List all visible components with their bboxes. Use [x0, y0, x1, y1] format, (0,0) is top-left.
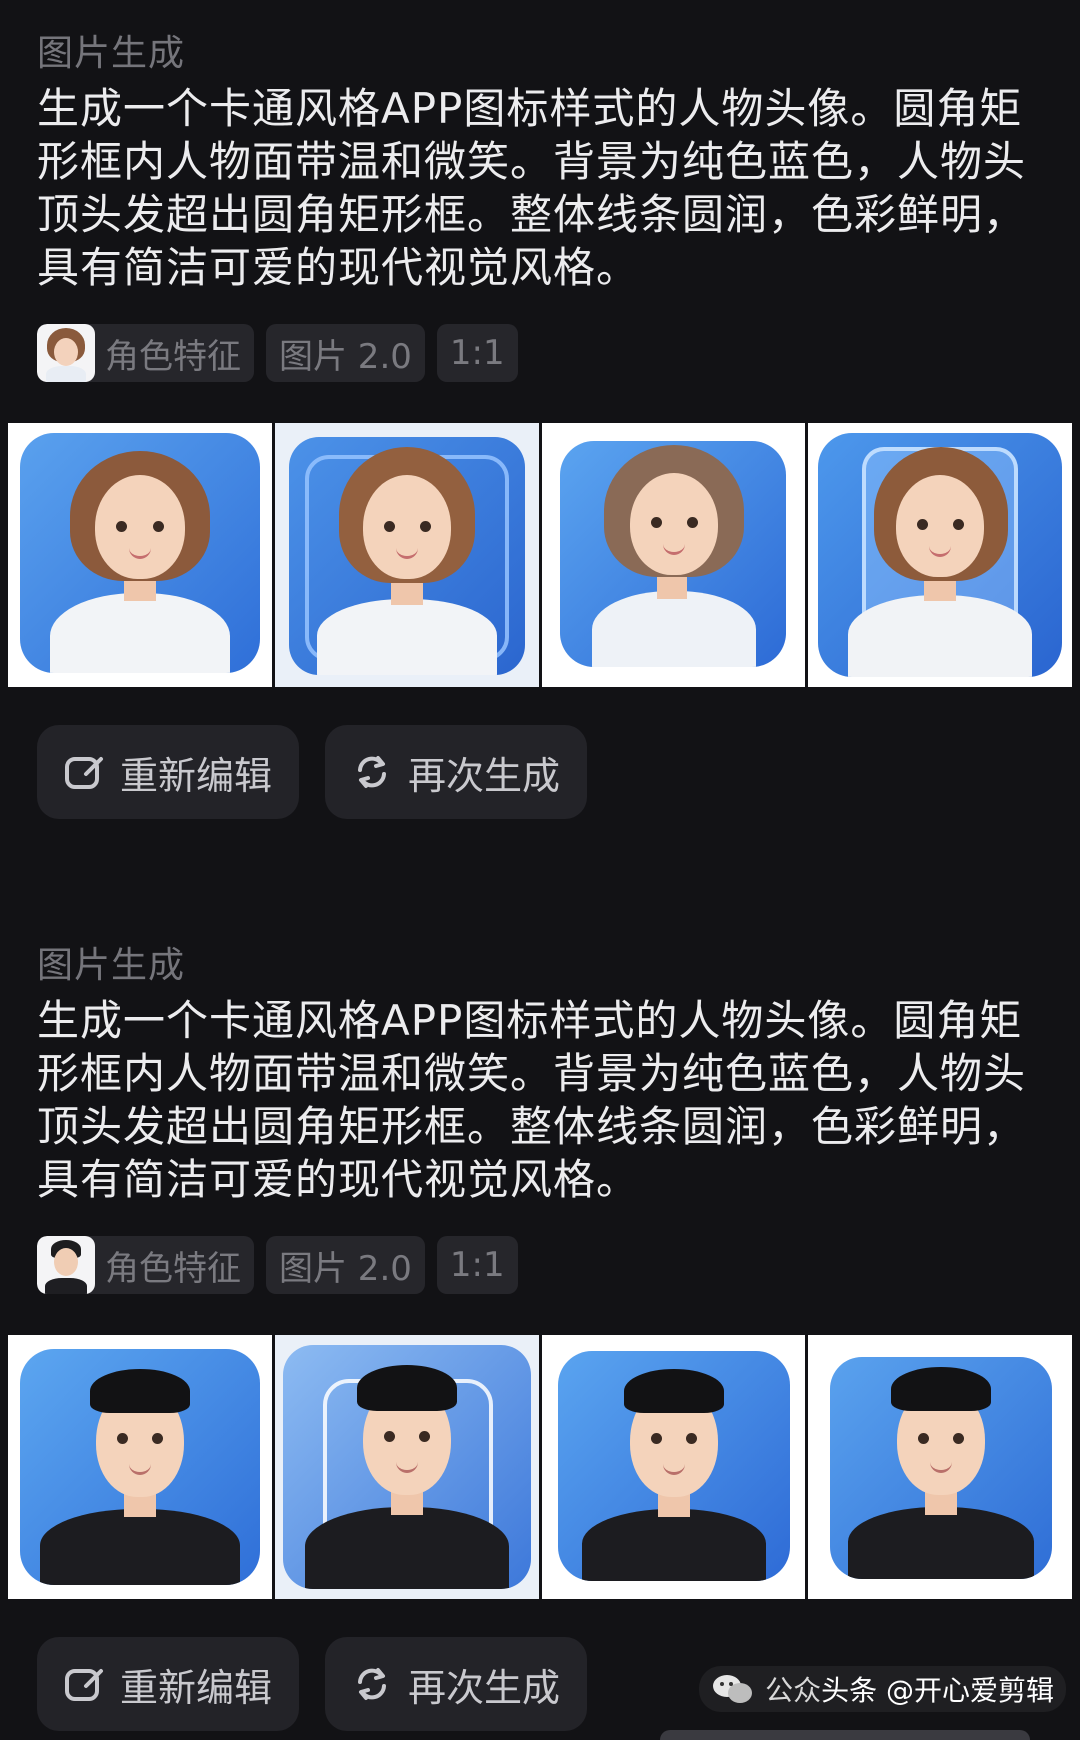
app-icon-tile — [830, 1357, 1053, 1579]
watermark-text: 头条 @开心爱剪辑 — [821, 1674, 1054, 1707]
action-row: 重新编辑 再次生成 — [37, 725, 588, 819]
re-edit-label: 重新编辑 — [120, 1665, 273, 1710]
watermark-prefix: 公众 — [765, 1674, 822, 1707]
watermark: 公众 头条 @开心爱剪辑 — [699, 1666, 1066, 1712]
boy-avatar-thumbnail — [37, 1236, 95, 1294]
model-version-chip[interactable]: 图片 2.0 — [266, 324, 425, 382]
generated-image-grid — [8, 423, 1072, 687]
aspect-ratio-chip[interactable]: 1:1 — [436, 1236, 518, 1294]
generated-image[interactable] — [808, 423, 1072, 687]
generated-image[interactable] — [8, 1335, 272, 1599]
model-version-chip[interactable]: 图片 2.0 — [266, 1236, 425, 1294]
generated-image[interactable] — [541, 1335, 806, 1599]
app-icon-tile — [559, 441, 786, 667]
role-feature-label: 角色特征 — [105, 1248, 241, 1289]
app-icon-tile — [282, 1345, 531, 1589]
refresh-icon — [352, 1664, 392, 1704]
generated-image[interactable] — [274, 423, 539, 687]
generated-image-grid — [8, 1335, 1072, 1599]
generated-image[interactable] — [8, 423, 272, 687]
generated-image[interactable] — [808, 1335, 1072, 1599]
regenerate-button[interactable]: 再次生成 — [325, 1637, 588, 1731]
prompt-text: 生成一个卡通风格APP图标样式的人物头像。圆角矩形框内人物面带温和微笑。背景为纯… — [37, 996, 1027, 1204]
edit-icon — [64, 1664, 104, 1704]
role-feature-label: 角色特征 — [105, 336, 241, 377]
re-edit-button[interactable]: 重新编辑 — [37, 1637, 300, 1731]
role-feature-chip[interactable]: 角色特征 — [37, 324, 254, 382]
re-edit-button[interactable]: 重新编辑 — [37, 725, 300, 819]
refresh-icon — [352, 752, 392, 792]
generated-image[interactable] — [274, 1335, 539, 1599]
re-edit-label: 重新编辑 — [120, 753, 273, 798]
app-icon-tile — [818, 433, 1063, 677]
regenerate-label: 再次生成 — [408, 1665, 561, 1710]
edit-icon — [64, 752, 104, 792]
scroll-indicator — [660, 1730, 1030, 1740]
regenerate-button[interactable]: 再次生成 — [325, 725, 588, 819]
role-feature-chip[interactable]: 角色特征 — [37, 1236, 254, 1294]
section-label: 图片生成 — [37, 33, 186, 74]
prompt-text: 生成一个卡通风格APP图标样式的人物头像。圆角矩形框内人物面带温和微笑。背景为纯… — [37, 84, 1027, 292]
girl-avatar-thumbnail — [37, 324, 95, 382]
app-icon-tile — [557, 1351, 790, 1581]
action-row: 重新编辑 再次生成 — [37, 1637, 588, 1731]
app-icon-tile — [288, 437, 525, 675]
section-label: 图片生成 — [37, 945, 186, 986]
wechat-icon — [711, 1673, 753, 1705]
aspect-ratio-chip[interactable]: 1:1 — [436, 324, 518, 382]
app-icon-tile — [20, 433, 260, 673]
generated-image[interactable] — [541, 423, 806, 687]
app-icon-tile — [20, 1349, 260, 1585]
tag-row: 角色特征 图片 2.0 1:1 — [37, 1236, 518, 1294]
tag-row: 角色特征 图片 2.0 1:1 — [37, 324, 518, 382]
regenerate-label: 再次生成 — [408, 753, 561, 798]
